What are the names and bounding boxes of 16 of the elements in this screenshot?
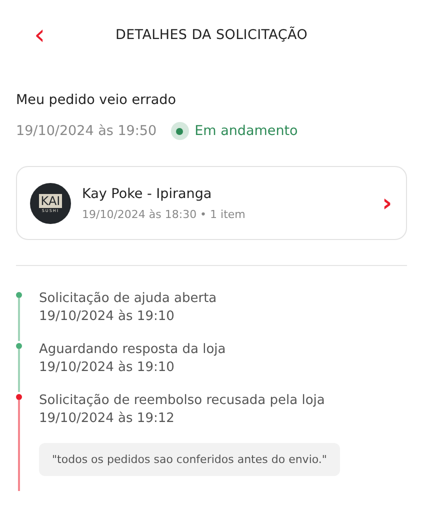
status-icon [170, 122, 189, 140]
step-date: 19/10/2024 às 19:10 [39, 308, 176, 326]
step-title: Solicitação de reembolso recusada pela loja [39, 392, 326, 410]
chevron-icon: › [382, 191, 392, 215]
step-date: 19/10/2024 às 19:12 [39, 410, 176, 428]
back-button[interactable]: ‹ [28, 21, 52, 49]
page-title: DETALHES DA SOLICITAÇÃO [115, 27, 308, 43]
step-date: 19/10/2024 às 19:10 [39, 359, 176, 377]
status-label: Em andamento [194, 123, 298, 139]
step-title: Aguardando resposta da loja [39, 341, 226, 359]
request-date: 19/10/2024 às 19:50 [16, 123, 157, 139]
store-response: "todos os pedidos sao conferidos antes do envio." [39, 443, 340, 476]
store-name: Kay Poke - Ipiranga [82, 186, 213, 202]
order-details: 19/10/2024 às 18:30 • 1 item [82, 208, 246, 220]
step-title: Solicitação de ajuda aberta [39, 290, 217, 308]
request-title: Meu pedido veio errado [16, 92, 177, 108]
